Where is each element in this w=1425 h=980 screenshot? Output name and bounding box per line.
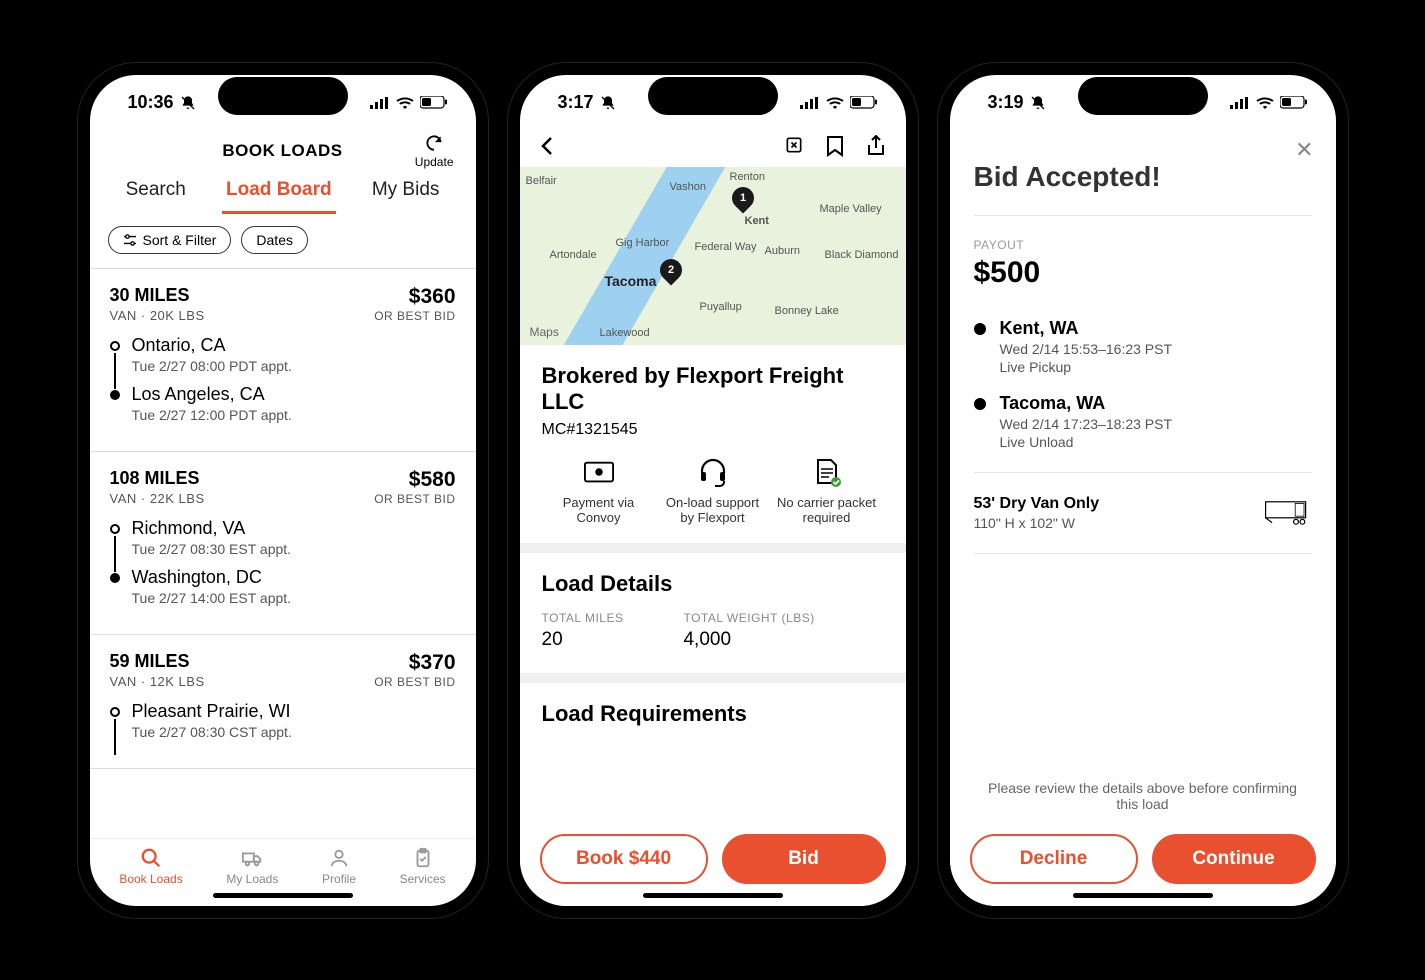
confirmation-note: Please review the details above before c…	[950, 780, 1336, 812]
load-req-title: Load Requirements	[542, 701, 884, 727]
battery-icon	[1280, 96, 1308, 109]
phone-book-loads: 10:36 BOOK LOADS Update Search Load Boar…	[78, 63, 488, 918]
battery-icon	[420, 96, 448, 109]
signal-icon	[1230, 97, 1250, 109]
sliders-icon	[123, 234, 137, 246]
best-bid: OR BEST BID	[374, 309, 455, 323]
feature-no-packet: No carrier packet required	[772, 457, 882, 525]
bookmark-icon[interactable]	[826, 135, 844, 157]
bell-off-icon	[600, 95, 616, 111]
miles: 30 MILES	[110, 285, 205, 306]
tab-my-bids[interactable]: My Bids	[368, 173, 444, 214]
total-miles: 20	[542, 629, 624, 651]
phone-load-detail: 3:17 Belfair Vashon Renton Kent Maple Va…	[508, 63, 918, 918]
map-pin-2[interactable]: 2	[660, 259, 682, 287]
phone-bid-accepted: 3:19 ✕ Bid Accepted! PAYOUT $500 Kent, W…	[938, 63, 1348, 918]
bell-off-icon	[1030, 95, 1046, 111]
clock: 3:19	[988, 92, 1024, 113]
document-check-icon	[812, 457, 842, 487]
delete-icon[interactable]	[784, 135, 804, 155]
broker-name: Brokered by Flexport Freight LLC	[542, 363, 884, 415]
nav-book-loads[interactable]: Book Loads	[119, 847, 182, 886]
close-icon[interactable]: ✕	[1295, 137, 1313, 163]
search-icon	[140, 847, 162, 869]
map[interactable]: Belfair Vashon Renton Kent Maple Valley …	[520, 167, 906, 345]
trailer-icon	[1264, 500, 1312, 526]
bid-button[interactable]: Bid	[722, 834, 886, 884]
tab-load-board[interactable]: Load Board	[222, 173, 336, 214]
screen-header: BOOK LOADS Update	[90, 131, 476, 167]
payout-value: $500	[974, 256, 1312, 290]
equipment-row: 53' Dry Van Only 110" H x 102" W	[974, 495, 1312, 531]
back-icon[interactable]	[540, 136, 554, 156]
total-weight: 4,000	[683, 629, 814, 651]
share-icon[interactable]	[866, 135, 886, 157]
wifi-icon	[826, 96, 844, 109]
tab-search[interactable]: Search	[122, 173, 190, 214]
clipboard-icon	[412, 847, 434, 869]
continue-button[interactable]: Continue	[1152, 834, 1316, 884]
load-item[interactable]: 30 MILES VAN · 20K LBS $360 OR BEST BID …	[90, 269, 476, 452]
update-button[interactable]: Update	[415, 133, 454, 169]
mc-number: MC#1321545	[542, 421, 884, 439]
price: $360	[374, 285, 455, 309]
stop-pickup: Kent, WA Wed 2/14 15:53–16:23 PST Live P…	[974, 318, 1312, 375]
truck-icon	[241, 847, 263, 869]
load-sub: VAN · 20K LBS	[110, 308, 205, 323]
tabs: Search Load Board My Bids	[90, 167, 476, 214]
book-button[interactable]: Book $440	[540, 834, 708, 884]
cash-icon	[584, 457, 614, 487]
stop-dropoff: Tacoma, WA Wed 2/14 17:23–18:23 PST Live…	[974, 393, 1312, 450]
decline-button[interactable]: Decline	[970, 834, 1138, 884]
signal-icon	[800, 97, 820, 109]
feature-payment: Payment via Convoy	[544, 457, 654, 525]
load-details-title: Load Details	[542, 571, 884, 597]
modal-title: Bid Accepted!	[974, 161, 1312, 193]
map-pin-1[interactable]: 1	[732, 187, 754, 215]
feature-support: On-load support by Flexport	[658, 457, 768, 525]
maps-badge: Maps	[530, 325, 559, 339]
nav-profile[interactable]: Profile	[322, 847, 356, 886]
load-list: 30 MILES VAN · 20K LBS $360 OR BEST BID …	[90, 268, 476, 838]
nav-services[interactable]: Services	[400, 847, 446, 886]
wifi-icon	[396, 96, 414, 109]
user-icon	[328, 847, 350, 869]
headset-icon	[698, 457, 728, 487]
clock: 10:36	[128, 92, 174, 113]
sort-filter-chip[interactable]: Sort & Filter	[108, 226, 232, 254]
battery-icon	[850, 96, 878, 109]
dates-chip[interactable]: Dates	[241, 226, 308, 254]
wifi-icon	[1256, 96, 1274, 109]
load-item[interactable]: 59 MILES VAN · 12K LBS $370 OR BEST BID …	[90, 635, 476, 769]
signal-icon	[370, 97, 390, 109]
load-item[interactable]: 108 MILES VAN · 22K LBS $580 OR BEST BID…	[90, 452, 476, 635]
refresh-icon	[424, 133, 444, 153]
clock: 3:17	[558, 92, 594, 113]
nav-my-loads[interactable]: My Loads	[226, 847, 278, 886]
bell-off-icon	[180, 95, 196, 111]
